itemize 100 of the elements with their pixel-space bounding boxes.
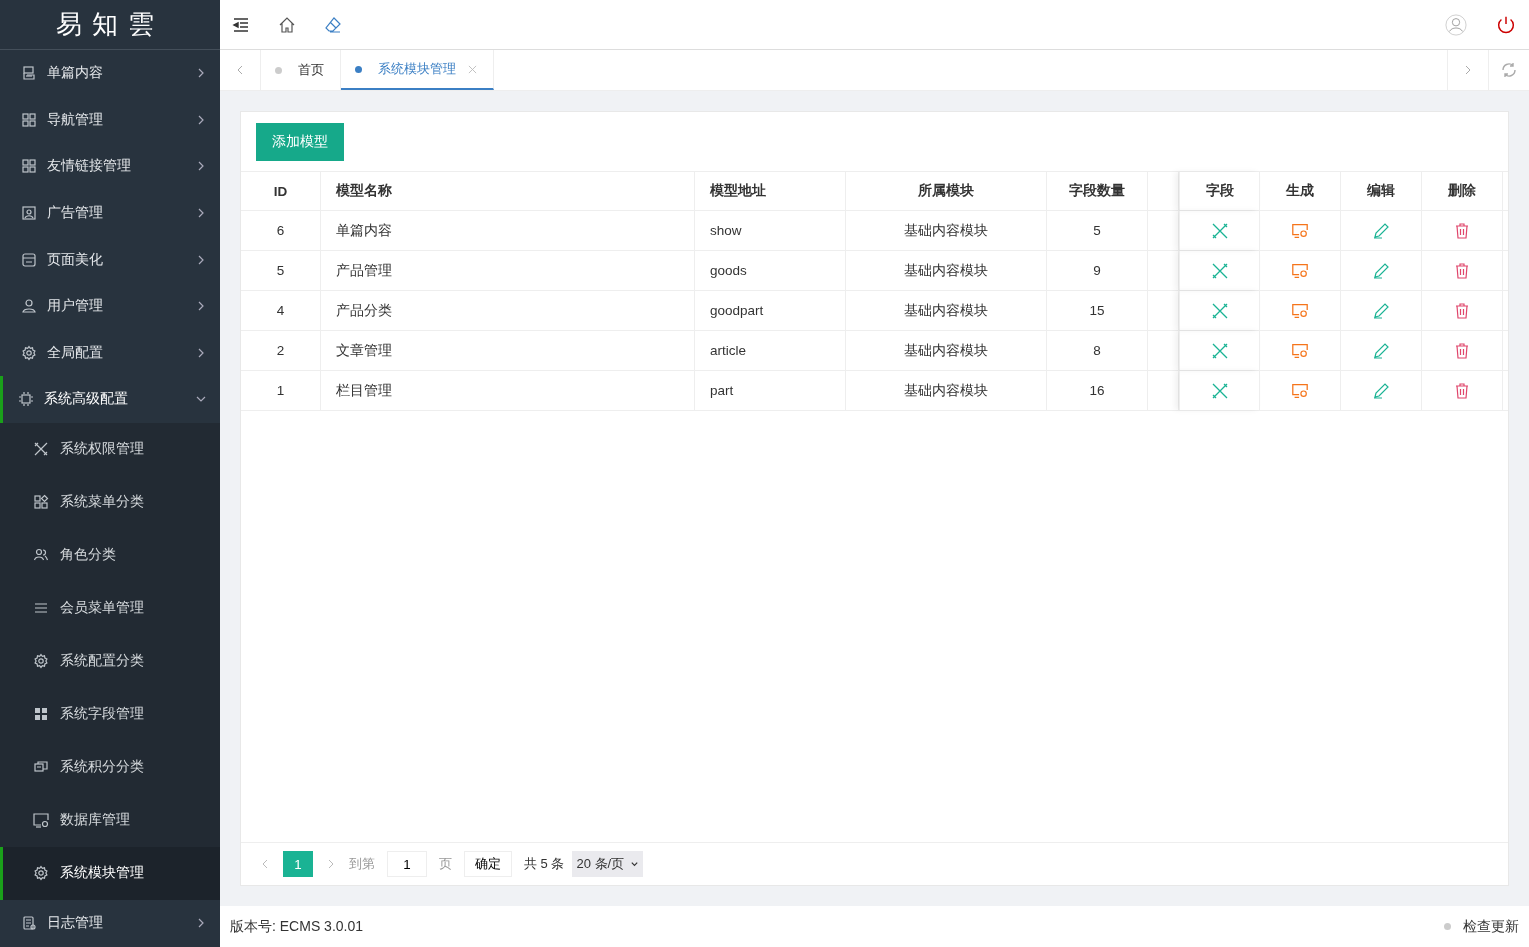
menu-icon[interactable] bbox=[232, 15, 250, 34]
grid-icon bbox=[21, 158, 37, 175]
sidebar-subitem[interactable]: 系统模块管理 bbox=[0, 846, 220, 900]
eraser-icon[interactable] bbox=[324, 15, 342, 34]
column-header: 所属模块 bbox=[846, 172, 1047, 210]
logo: 易知雲 bbox=[0, 0, 220, 50]
crossed-pencils-icon[interactable] bbox=[1210, 341, 1229, 360]
user-icon bbox=[21, 298, 37, 315]
document-icon bbox=[21, 65, 37, 82]
table-cell: show bbox=[695, 211, 846, 250]
sidebar-item[interactable]: 单篇内容 bbox=[0, 50, 220, 97]
table-cell: 5 bbox=[241, 251, 321, 290]
column-header: 删除 bbox=[1422, 172, 1503, 210]
sidebar-item[interactable]: 全局配置 bbox=[0, 329, 220, 377]
column-header: 字段 bbox=[1179, 172, 1260, 210]
column-header: 生成 bbox=[1260, 172, 1341, 210]
crossed-pencils-icon[interactable] bbox=[1210, 301, 1229, 320]
chip-icon bbox=[18, 391, 34, 408]
pencil-icon[interactable] bbox=[1372, 341, 1390, 360]
table-cell: goods bbox=[695, 251, 846, 290]
table-cell: 6 bbox=[241, 211, 321, 250]
tab-dot bbox=[355, 65, 362, 73]
pencil-icon[interactable] bbox=[1372, 261, 1390, 280]
version-text: 版本号: ECMS 3.0.01 bbox=[230, 917, 364, 936]
blocks-icon bbox=[33, 706, 49, 723]
table-cell: 8 bbox=[1047, 331, 1148, 370]
crossed-pencils-icon[interactable] bbox=[1210, 261, 1229, 280]
tab-dot bbox=[275, 66, 282, 74]
sidebar-subitem[interactable]: 会员菜单管理 bbox=[0, 581, 220, 635]
table-cell: 1 bbox=[241, 371, 321, 410]
table-cell: 4 bbox=[241, 291, 321, 330]
caret-icon bbox=[630, 859, 640, 869]
crossed-tools-icon bbox=[33, 441, 49, 458]
sidebar-item[interactable]: 广告管理 bbox=[0, 189, 220, 237]
monitor-gear-icon[interactable] bbox=[1291, 341, 1309, 360]
trash-icon[interactable] bbox=[1453, 301, 1471, 320]
sidebar-subitem[interactable]: 系统配置分类 bbox=[0, 634, 220, 688]
table-cell: 单篇内容 bbox=[321, 211, 695, 250]
table-cell: 16 bbox=[1047, 371, 1148, 410]
sidebar-subitem[interactable]: 角色分类 bbox=[0, 528, 220, 582]
column-header: 模型名称 bbox=[321, 172, 695, 210]
column-header: 模型地址 bbox=[695, 172, 846, 210]
trash-icon[interactable] bbox=[1453, 221, 1471, 240]
sidebar-item[interactable]: 导航管理 bbox=[0, 96, 220, 144]
gear-icon bbox=[21, 344, 37, 361]
sidebar-item[interactable]: 用户管理 bbox=[0, 282, 220, 330]
gear-icon bbox=[33, 653, 49, 670]
table-cell: 基础内容模块 bbox=[846, 211, 1047, 250]
sidebar-item[interactable]: 页面美化 bbox=[0, 236, 220, 283]
gear-icon bbox=[33, 865, 49, 882]
apps-icon bbox=[33, 494, 49, 511]
tab[interactable]: 首页 bbox=[261, 50, 341, 90]
trash-icon[interactable] bbox=[1453, 261, 1471, 280]
sidebar-item[interactable]: 友情链接管理 bbox=[0, 143, 220, 190]
sidebar-subitem[interactable]: 系统字段管理 bbox=[0, 687, 220, 741]
table-cell: 9 bbox=[1047, 251, 1148, 290]
grid-icon bbox=[21, 111, 37, 128]
table-cell: 产品分类 bbox=[321, 291, 695, 330]
pencil-icon[interactable] bbox=[1372, 221, 1390, 240]
page-size-select[interactable]: 20 条/页 bbox=[572, 851, 644, 877]
home-icon[interactable] bbox=[278, 15, 296, 34]
sidebar-subitem[interactable]: 系统菜单分类 bbox=[0, 475, 220, 529]
monitor-gear-icon[interactable] bbox=[1291, 381, 1309, 400]
sidebar-subitem[interactable]: 系统权限管理 bbox=[0, 422, 220, 476]
check-update-link[interactable]: 检查更新 bbox=[1463, 917, 1519, 936]
picture-frame-icon bbox=[21, 205, 37, 222]
user-avatar-icon[interactable] bbox=[1445, 13, 1467, 36]
table-cell: 15 bbox=[1047, 291, 1148, 330]
clipboard-icon bbox=[21, 915, 37, 932]
sidebar-subitem[interactable]: 系统积分分类 bbox=[0, 740, 220, 794]
confirm-button[interactable]: 确定 bbox=[464, 851, 512, 877]
sidebar-subitem[interactable]: 数据库管理 bbox=[0, 793, 220, 847]
pencil-icon[interactable] bbox=[1372, 301, 1390, 320]
table-cell: 基础内容模块 bbox=[846, 251, 1047, 290]
table-cell: 5 bbox=[1047, 211, 1148, 250]
column-header: 编辑 bbox=[1341, 172, 1422, 210]
table-cell: 基础内容模块 bbox=[846, 331, 1047, 370]
column-header: ID bbox=[241, 172, 321, 210]
crossed-pencils-icon[interactable] bbox=[1210, 381, 1229, 400]
table-cell: 基础内容模块 bbox=[846, 291, 1047, 330]
table-cell: 产品管理 bbox=[321, 251, 695, 290]
pencil-icon[interactable] bbox=[1372, 381, 1390, 400]
page-icon bbox=[21, 251, 37, 268]
refresh-icon[interactable] bbox=[1500, 61, 1518, 79]
table-cell: 栏目管理 bbox=[321, 371, 695, 410]
page-unit: 页 bbox=[439, 855, 452, 873]
table-cell: article bbox=[695, 331, 846, 370]
trash-icon[interactable] bbox=[1453, 341, 1471, 360]
table-cell: part bbox=[695, 371, 846, 410]
crossed-pencils-icon[interactable] bbox=[1210, 221, 1229, 240]
sidebar-item[interactable]: 日志管理 bbox=[0, 899, 220, 947]
page-input[interactable]: 1 bbox=[387, 851, 427, 877]
close-icon[interactable] bbox=[468, 64, 477, 74]
column-header: 字段数量 bbox=[1047, 172, 1148, 210]
monitor-gear-icon[interactable] bbox=[1291, 221, 1309, 240]
monitor-gear-icon[interactable] bbox=[1291, 301, 1309, 320]
table-cell: 文章管理 bbox=[321, 331, 695, 370]
monitor-gear-icon[interactable] bbox=[1291, 261, 1309, 280]
trash-icon[interactable] bbox=[1453, 381, 1471, 400]
table-cell: 基础内容模块 bbox=[846, 371, 1047, 410]
